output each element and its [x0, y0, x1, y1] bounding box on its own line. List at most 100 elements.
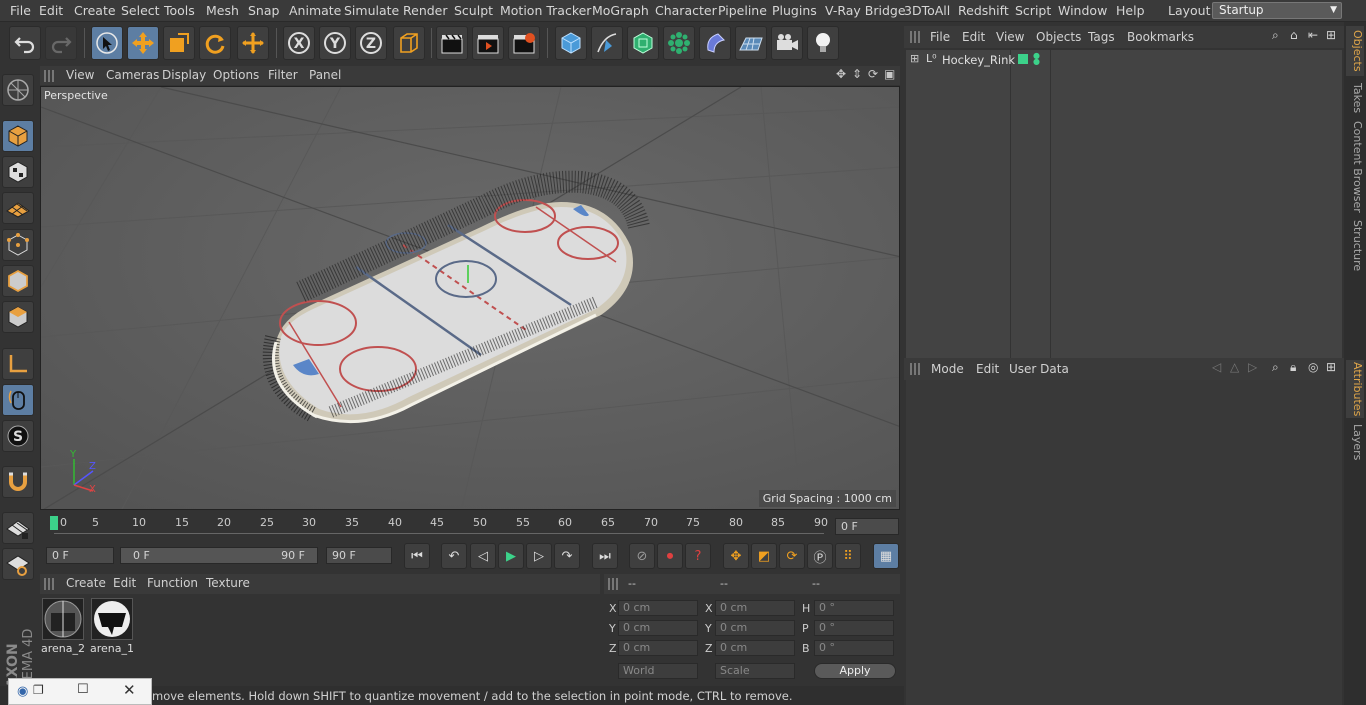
- maximize-icon[interactable]: ☐: [77, 682, 89, 697]
- menu-animate[interactable]: Animate: [289, 3, 341, 18]
- panel-handle[interactable]: [44, 578, 56, 590]
- previous-key-button[interactable]: ↶: [441, 543, 467, 569]
- key-rotation-button[interactable]: ⟳: [779, 543, 805, 569]
- menu-render[interactable]: Render: [403, 3, 448, 18]
- rotation-b-field[interactable]: 0 °: [814, 640, 894, 656]
- menu-file[interactable]: File: [10, 3, 31, 18]
- menu-3dtoall[interactable]: 3DToAll: [904, 3, 950, 18]
- viewport-menu-filter[interactable]: Filter: [268, 68, 298, 82]
- z-axis-button[interactable]: Z: [355, 26, 387, 60]
- viewport-dolly-icon[interactable]: ⇕: [852, 67, 862, 81]
- autokey-button[interactable]: ⏺: [657, 543, 683, 569]
- menu-script[interactable]: Script: [1015, 3, 1051, 18]
- menu-window[interactable]: Window: [1058, 3, 1107, 18]
- attributes-menu-edit[interactable]: Edit: [976, 362, 999, 376]
- add-cube-button[interactable]: [555, 26, 587, 60]
- key-param-button[interactable]: Ⓟ: [807, 543, 833, 569]
- menu-pipeline[interactable]: Pipeline: [718, 3, 767, 18]
- current-frame-field[interactable]: 0 F: [835, 518, 899, 535]
- render-view-button[interactable]: [436, 26, 468, 60]
- menu-mograph[interactable]: MoGraph: [592, 3, 649, 18]
- restore-icon[interactable]: ❐: [33, 683, 44, 697]
- object-list[interactable]: ⊞ L⁰ Hockey_Rink ● ●: [906, 50, 1342, 374]
- move-tool-button[interactable]: [127, 26, 159, 60]
- timeline-window-button[interactable]: ▦: [873, 543, 899, 569]
- render-picture-viewer-button[interactable]: [472, 26, 504, 60]
- objects-menu-tags[interactable]: Tags: [1088, 30, 1115, 44]
- objects-menu-bookmarks[interactable]: Bookmarks: [1127, 30, 1194, 44]
- menu-mesh[interactable]: Mesh: [206, 3, 239, 18]
- go-to-start-button[interactable]: ⏮: [404, 543, 430, 569]
- workplane-mode-button[interactable]: [2, 192, 34, 224]
- add-floor-button[interactable]: [735, 26, 767, 60]
- redo-button[interactable]: [45, 26, 77, 60]
- layout-select[interactable]: Startup ▼: [1212, 2, 1342, 19]
- size-y-field[interactable]: 0 cm: [715, 620, 795, 636]
- position-y-field[interactable]: 0 cm: [618, 620, 698, 636]
- material-menu-create[interactable]: Create: [66, 576, 106, 590]
- objects-menu-view[interactable]: View: [996, 30, 1024, 44]
- panel-handle[interactable]: [44, 70, 56, 82]
- objects-menu-file[interactable]: File: [930, 30, 950, 44]
- rotate-tool-button[interactable]: [199, 26, 231, 60]
- menu-vray-bridge[interactable]: V-Ray Bridge: [825, 3, 906, 18]
- texture-mode-button[interactable]: [2, 156, 34, 188]
- viewport-menu-panel[interactable]: Panel: [309, 68, 341, 82]
- forward-arrow-icon[interactable]: ▷: [1248, 360, 1257, 374]
- position-z-field[interactable]: 0 cm: [618, 640, 698, 656]
- menu-sculpt[interactable]: Sculpt: [454, 3, 493, 18]
- play-button[interactable]: ▶: [498, 543, 524, 569]
- coordinate-mode-select[interactable]: World: [618, 663, 698, 679]
- menu-edit[interactable]: Edit: [39, 3, 63, 18]
- tweak-mode-button[interactable]: [2, 384, 34, 416]
- menu-character[interactable]: Character: [655, 3, 717, 18]
- workplane-lock-button[interactable]: [2, 512, 34, 544]
- menu-motion-tracker[interactable]: Motion Tracker: [500, 3, 591, 18]
- key-pla-button[interactable]: ⠿: [835, 543, 861, 569]
- axis-mode-button[interactable]: [2, 348, 34, 380]
- scale-tool-button[interactable]: [163, 26, 195, 60]
- end-frame-field[interactable]: 90 F: [326, 547, 392, 564]
- magnet-button[interactable]: [2, 466, 34, 498]
- objects-menu-objects[interactable]: Objects: [1036, 30, 1081, 44]
- make-editable-button[interactable]: [2, 74, 34, 106]
- start-frame-field[interactable]: 0 F: [46, 547, 114, 564]
- object-name[interactable]: Hockey_Rink: [942, 53, 1015, 67]
- material-menu-texture[interactable]: Texture: [206, 576, 250, 590]
- undo-button[interactable]: [9, 26, 41, 60]
- size-z-field[interactable]: 0 cm: [715, 640, 795, 656]
- tab-attributes[interactable]: Attributes: [1346, 360, 1364, 418]
- expand-icon[interactable]: ⊞: [910, 52, 919, 65]
- tab-layers[interactable]: Layers: [1346, 422, 1364, 462]
- playhead-marker[interactable]: [50, 516, 58, 530]
- target-icon[interactable]: ◎: [1308, 360, 1318, 374]
- panel-handle[interactable]: [608, 578, 620, 590]
- add-array-button[interactable]: [663, 26, 695, 60]
- menu-plugins[interactable]: Plugins: [772, 3, 817, 18]
- transform-tool-button[interactable]: [237, 26, 269, 60]
- lock-icon[interactable]: 🔒︎: [1290, 360, 1296, 375]
- layer-color-swatch[interactable]: [1018, 54, 1028, 64]
- viewport-menu-view[interactable]: View: [66, 68, 94, 82]
- add-spline-button[interactable]: [591, 26, 623, 60]
- position-x-field[interactable]: 0 cm: [618, 600, 698, 616]
- render-settings-button[interactable]: [508, 26, 540, 60]
- previous-frame-button[interactable]: ◁: [470, 543, 496, 569]
- back-icon[interactable]: ⇤: [1308, 28, 1318, 42]
- new-panel-icon[interactable]: ⊞: [1326, 360, 1336, 374]
- size-mode-select[interactable]: Scale: [715, 663, 795, 679]
- next-frame-button[interactable]: ▷: [526, 543, 552, 569]
- search-icon[interactable]: ⌕: [1272, 28, 1279, 43]
- keyframe-selection-button[interactable]: ?: [685, 543, 711, 569]
- polygons-mode-button[interactable]: [2, 301, 34, 333]
- menu-simulate[interactable]: Simulate: [344, 3, 399, 18]
- add-light-button[interactable]: [807, 26, 839, 60]
- tab-takes[interactable]: Takes: [1346, 80, 1364, 116]
- locked-workplane-button[interactable]: [2, 548, 34, 580]
- material-swatch[interactable]: arena_2: [41, 598, 85, 655]
- points-mode-button[interactable]: [2, 229, 34, 261]
- menu-select[interactable]: Select: [121, 3, 160, 18]
- material-menu-edit[interactable]: Edit: [113, 576, 136, 590]
- material-menu-function[interactable]: Function: [147, 576, 198, 590]
- new-panel-icon[interactable]: ⊞: [1326, 28, 1336, 42]
